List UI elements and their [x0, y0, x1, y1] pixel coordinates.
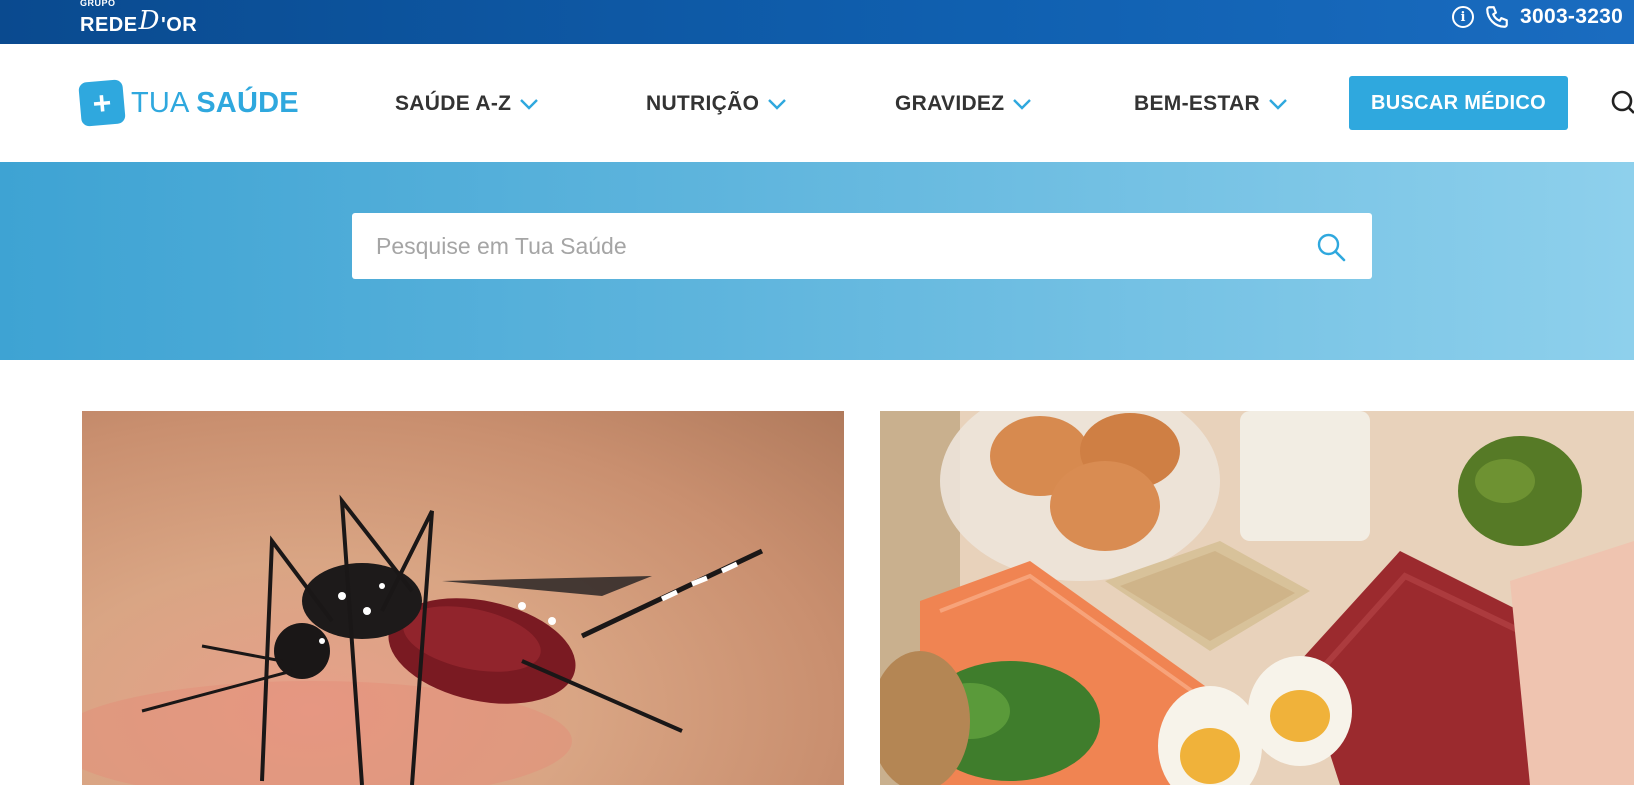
nav-item-bem-estar[interactable]: BEM-ESTAR — [1134, 88, 1288, 120]
nav-item-label: BEM-ESTAR — [1134, 92, 1260, 115]
buscar-medico-button[interactable]: BUSCAR MÉDICO — [1349, 76, 1568, 130]
hero-search-band — [0, 162, 1634, 360]
plus-icon: + — [78, 79, 126, 127]
protein-foods-photo[interactable] — [880, 411, 1634, 785]
nav-item-label: NUTRIÇÃO — [646, 92, 760, 115]
chevron-down-icon — [519, 98, 539, 110]
chevron-down-icon — [1012, 98, 1032, 110]
search-icon[interactable] — [1316, 232, 1346, 267]
nav-item-saude-az[interactable]: SAÚDE A-Z — [395, 88, 539, 120]
search-input[interactable] — [376, 232, 1276, 260]
main-nav: + TUA SAÚDE SAÚDE A-Z NUTRIÇÃO GRAVIDEZ … — [0, 44, 1634, 162]
tua-saude-logo[interactable]: + TUA SAÚDE — [78, 79, 299, 127]
search-box — [352, 213, 1372, 279]
logo-group-label: GRUPO — [80, 0, 116, 8]
mosquito-photo[interactable] — [82, 411, 844, 785]
chevron-down-icon — [767, 98, 787, 110]
phone-icon[interactable] — [1484, 4, 1510, 30]
top-bar: GRUPO REDED'OR i 3003-3230 — [0, 0, 1634, 44]
contact-area: i 3003-3230 — [1452, 0, 1623, 34]
nav-item-label: GRAVIDEZ — [895, 92, 1005, 115]
logo-wordmark: REDED'OR — [80, 6, 198, 36]
nav-item-nutricao[interactable]: NUTRIÇÃO — [646, 88, 787, 120]
phone-number[interactable]: 3003-3230 — [1520, 5, 1623, 29]
chevron-down-icon — [1268, 98, 1288, 110]
nav-item-label: SAÚDE A-Z — [395, 92, 512, 115]
nav-item-gravidez[interactable]: GRAVIDEZ — [895, 88, 1032, 120]
info-icon[interactable]: i — [1452, 6, 1474, 28]
brand-name: TUA SAÚDE — [131, 86, 299, 119]
search-icon[interactable] — [1610, 90, 1634, 121]
